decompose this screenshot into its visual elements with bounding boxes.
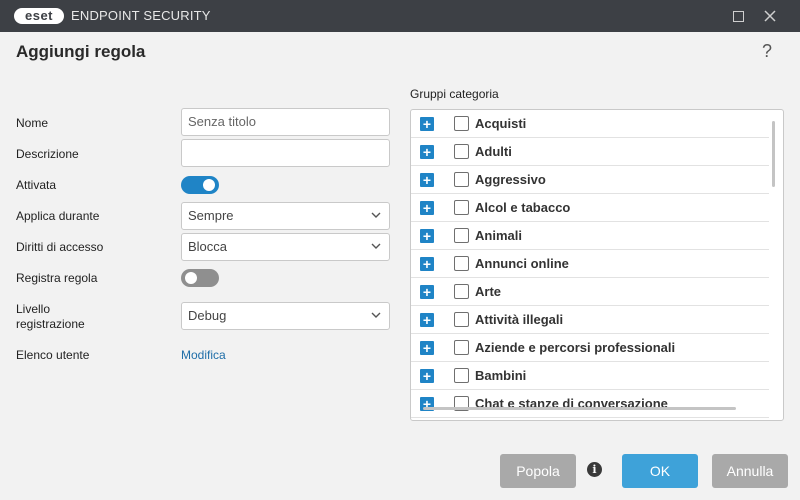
chevron-down-icon [371, 312, 381, 318]
log-level-value: Debug [188, 308, 227, 323]
maximize-button[interactable] [720, 0, 756, 32]
chevron-down-icon [371, 243, 381, 249]
expand-icon[interactable]: + [420, 229, 434, 243]
chevron-down-icon [371, 212, 381, 218]
info-icon[interactable]: i [587, 462, 602, 477]
name-label: Nome [16, 116, 49, 130]
category-row[interactable]: + Arte [411, 278, 769, 306]
category-row[interactable]: + Bambini [411, 362, 769, 390]
log-level-select[interactable]: Debug [181, 302, 390, 330]
eset-logo: eset [14, 8, 64, 24]
category-label: Acquisti [475, 116, 527, 131]
category-label: Adulti [475, 144, 512, 159]
category-checkbox[interactable] [454, 172, 469, 187]
log-level-label-line2: registrazione [16, 317, 85, 331]
category-checkbox[interactable] [454, 312, 469, 327]
toggle-knob [203, 179, 215, 191]
category-label: Aggressivo [475, 172, 546, 187]
category-label: Aziende e percorsi professionali [475, 340, 676, 355]
apply-during-select[interactable]: Sempre [181, 202, 390, 230]
category-checkbox[interactable] [454, 228, 469, 243]
expand-icon[interactable]: + [420, 173, 434, 187]
cancel-button[interactable]: Annulla [712, 454, 788, 488]
category-row[interactable]: + Acquisti [411, 110, 769, 138]
enabled-toggle[interactable] [181, 176, 219, 194]
category-checkbox[interactable] [454, 200, 469, 215]
category-row[interactable]: + Aziende e percorsi professionali [411, 334, 769, 362]
expand-icon[interactable]: + [420, 257, 434, 271]
expand-icon[interactable]: + [420, 145, 434, 159]
app-title: ENDPOINT SECURITY [71, 8, 211, 23]
category-label: Animali [475, 228, 522, 243]
category-row[interactable]: + Alcol e tabacco [411, 194, 769, 222]
category-groups-label: Gruppi categoria [410, 87, 499, 101]
category-row[interactable]: + Aggressivo [411, 166, 769, 194]
category-label: Bambini [475, 368, 527, 383]
apply-during-value: Sempre [188, 208, 234, 223]
close-icon [764, 10, 776, 22]
category-checkbox[interactable] [454, 144, 469, 159]
log-level-label: Livello registrazione [16, 302, 85, 332]
toggle-knob [185, 272, 197, 284]
access-rights-select[interactable]: Blocca [181, 233, 390, 261]
category-label: Arte [475, 284, 502, 299]
page-title: Aggiungi regola [16, 42, 146, 61]
category-checkbox[interactable] [454, 116, 469, 131]
enabled-label: Attivata [16, 178, 57, 192]
name-field[interactable]: Senza titolo [181, 108, 390, 136]
category-row[interactable]: + Chat e stanze di conversazione [411, 390, 769, 418]
ok-button[interactable]: OK [622, 454, 698, 488]
description-field[interactable] [181, 139, 390, 167]
expand-icon[interactable]: + [420, 369, 434, 383]
access-rights-value: Blocca [188, 239, 228, 254]
help-icon[interactable]: ? [762, 41, 772, 62]
edit-user-list-link[interactable]: Modifica [181, 348, 226, 362]
expand-icon[interactable]: + [420, 341, 434, 355]
log-rule-label: Registra regola [16, 271, 98, 285]
category-label: Annunci online [475, 256, 569, 271]
category-checkbox[interactable] [454, 284, 469, 299]
category-list[interactable]: + Acquisti + Adulti + Aggressivo + Alcol e taba… [410, 109, 784, 421]
expand-icon[interactable]: + [420, 117, 434, 131]
horizontal-scrollbar[interactable] [423, 407, 736, 410]
category-row[interactable]: + Adulti [411, 138, 769, 166]
close-button[interactable] [752, 0, 788, 32]
expand-icon[interactable]: + [420, 201, 434, 215]
category-checkbox[interactable] [454, 368, 469, 383]
window-title-bar: eset ENDPOINT SECURITY [0, 0, 800, 32]
category-checkbox[interactable] [454, 256, 469, 271]
expand-icon[interactable]: + [420, 313, 434, 327]
maximize-icon [732, 10, 744, 22]
category-row[interactable]: + Annunci online [411, 250, 769, 278]
log-level-label-line1: Livello [16, 302, 51, 316]
log-rule-toggle[interactable] [181, 269, 219, 287]
vertical-scrollbar[interactable] [772, 121, 775, 187]
expand-icon[interactable]: + [420, 285, 434, 299]
category-label: Attività illegali [475, 312, 564, 327]
access-rights-label: Diritti di accesso [16, 240, 104, 254]
category-row[interactable]: + Attività illegali [411, 306, 769, 334]
populate-button[interactable]: Popola [500, 454, 576, 488]
apply-during-label: Applica durante [16, 209, 100, 223]
category-checkbox[interactable] [454, 340, 469, 355]
category-row[interactable]: + Animali [411, 222, 769, 250]
category-label: Alcol e tabacco [475, 200, 571, 215]
description-label: Descrizione [16, 147, 79, 161]
user-list-label: Elenco utente [16, 348, 90, 362]
